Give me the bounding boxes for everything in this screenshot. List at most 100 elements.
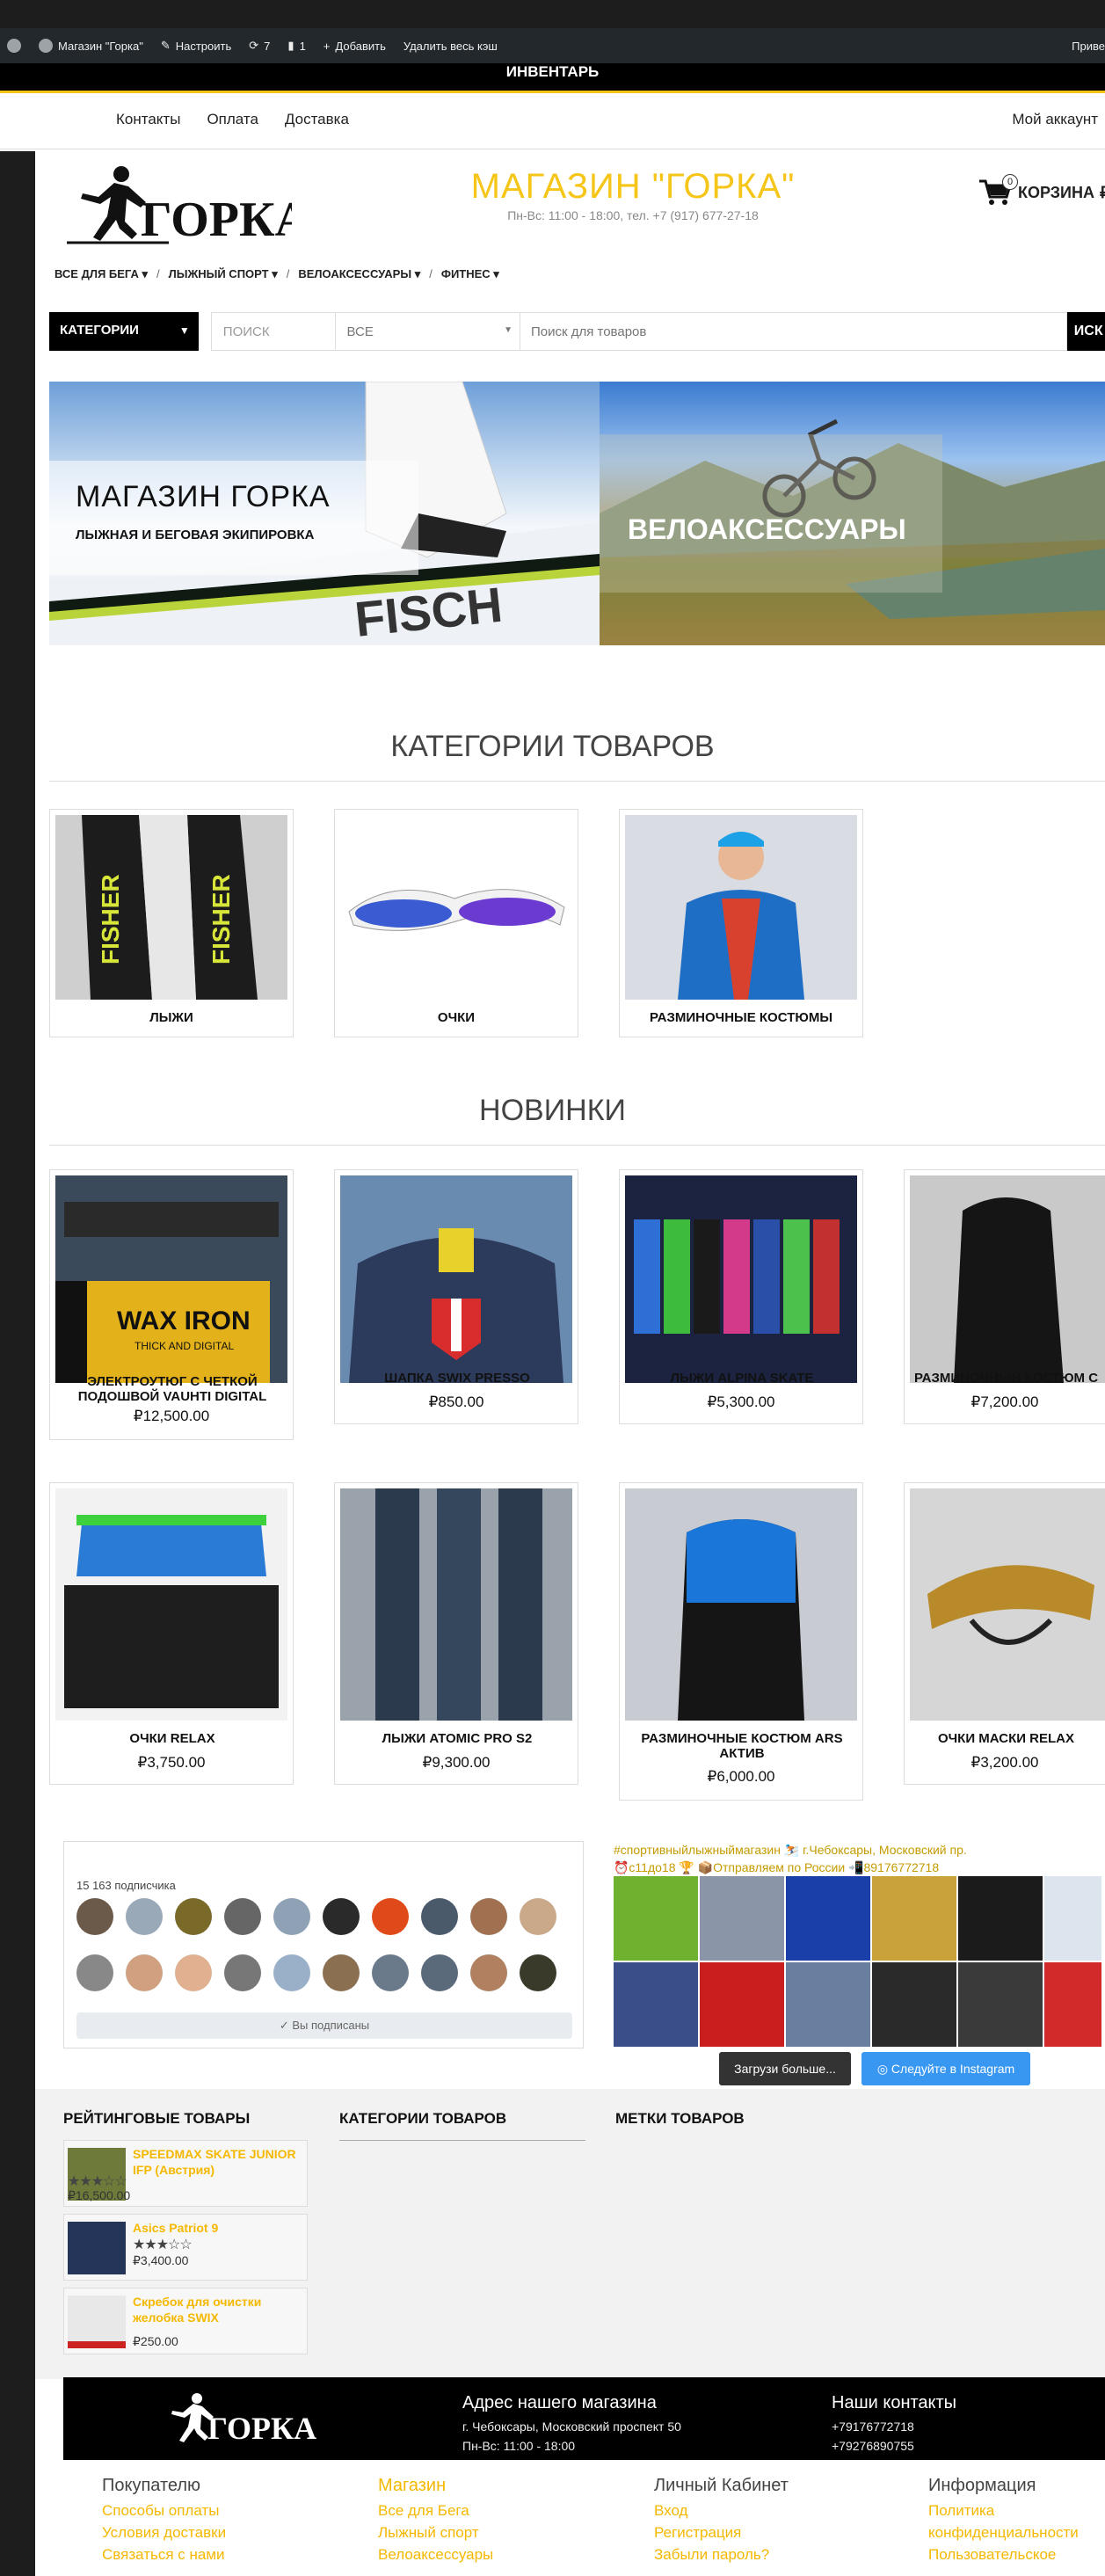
chevron-down-icon: ▾: [493, 267, 499, 280]
admin-add-link[interactable]: + Добавить: [324, 40, 386, 53]
inventory-strip: ИНВЕНТАРЬ: [0, 63, 1105, 93]
rated-product-item[interactable]: Скребок для очистки желобка SWIX ₽250.00: [63, 2288, 308, 2354]
admin-clear-cache-link[interactable]: Удалить весь кэш: [403, 40, 498, 53]
instagram-photo[interactable]: [872, 1962, 956, 2047]
admin-greeting-link[interactable]: Приве: [1072, 40, 1105, 53]
nav-delivery-link[interactable]: Доставка: [285, 111, 349, 128]
follower-avatar[interactable]: [470, 1898, 507, 1935]
follower-avatar[interactable]: [273, 1898, 310, 1935]
check-icon: ✓: [279, 2019, 293, 2032]
rated-product-item[interactable]: Asics Patriot 9 ★★★☆☆ ₽3,400.00: [63, 2214, 308, 2281]
search-bar: КАТЕГОРИИ▼ ПОИСК ВСЕ▼ ИСК: [49, 311, 1105, 352]
follower-avatar[interactable]: [76, 1954, 113, 1991]
footer-link[interactable]: конфиденциальности: [928, 2521, 1079, 2543]
product-card[interactable]: ШАПКА SWIX PRESSO ₽850.00: [334, 1169, 578, 1424]
my-account-link[interactable]: Мой аккаунт: [1012, 111, 1098, 128]
footer-link[interactable]: Политика: [928, 2500, 1079, 2521]
dashboard-icon: [39, 39, 53, 53]
instagram-photo[interactable]: [958, 1962, 1043, 2047]
catnav-bike[interactable]: ВЕЛОАКСЕССУАРЫ ▾: [298, 267, 420, 281]
footer-link[interactable]: Способы оплаты: [102, 2500, 226, 2521]
site-logo[interactable]: ГОРКА: [63, 158, 311, 255]
footer-link[interactable]: Забыли пароль?: [654, 2543, 789, 2565]
follower-avatar[interactable]: [372, 1954, 409, 1991]
search-scope-select[interactable]: ВСЕ ▼: [335, 312, 520, 351]
follower-avatar[interactable]: [224, 1954, 261, 1991]
admin-site-link[interactable]: Магазин "Горка": [39, 39, 143, 53]
nav-payment-link[interactable]: Оплата: [207, 111, 258, 128]
footer-link[interactable]: Все для Бега: [378, 2500, 493, 2521]
search-button[interactable]: ИСК: [1066, 312, 1105, 351]
product-name: РАЗМИНОЧНЫЕ КОСТЮМ ARS АКТИВ: [641, 1731, 843, 1761]
wordpress-logo-icon[interactable]: [7, 39, 21, 53]
subscribed-button[interactable]: ✓ Вы подписаны: [76, 2012, 572, 2039]
footer-link[interactable]: Вход: [654, 2500, 789, 2521]
catnav-ski[interactable]: ЛЫЖНЫЙ СПОРТ ▾: [169, 267, 278, 281]
product-card[interactable]: WAX IRON THICK AND DIGITAL ЭЛЕКТРОУТЮГ С…: [49, 1169, 294, 1440]
footer-link[interactable]: Велоаксессуары: [378, 2543, 493, 2565]
banner-bike[interactable]: ВЕЛОАКСЕССУАРЫ: [600, 382, 1105, 645]
follower-avatar[interactable]: [76, 1898, 113, 1935]
cart-button[interactable]: 0 КОРЗИНА ₽: [978, 174, 1105, 207]
instagram-photo[interactable]: [700, 1876, 784, 1961]
footer-link[interactable]: Регистрация: [654, 2521, 789, 2543]
product-card[interactable]: ЛЫЖИ ATOMIC PRO S2 ₽9,300.00: [334, 1482, 578, 1785]
category-card-skis[interactable]: FISHER FISHER ЛЫЖИ: [49, 809, 294, 1037]
follower-avatar[interactable]: [470, 1954, 507, 1991]
follower-avatar[interactable]: [520, 1954, 556, 1991]
rated-product-item[interactable]: SPEEDMAX SKATE JUNIOR IFP (Австрия) ★★★☆…: [63, 2140, 308, 2207]
instagram-photo[interactable]: [958, 1876, 1043, 1961]
catnav-running[interactable]: ВСЕ ДЛЯ БЕГА ▾: [55, 267, 148, 281]
phone-1[interactable]: +79176772718: [832, 2420, 914, 2434]
instagram-photo[interactable]: [1044, 1962, 1101, 2047]
product-name: ШАПКА SWIX PRESSO: [384, 1371, 530, 1386]
footer-link[interactable]: Пользовательское: [928, 2543, 1079, 2565]
nav-contacts-link[interactable]: Контакты: [116, 111, 180, 128]
banner-store[interactable]: FISCH МАГАЗИН ГОРКА ЛЫЖНАЯ И БЕГОВАЯ ЭКИ…: [49, 382, 600, 645]
follower-avatar[interactable]: [126, 1954, 163, 1991]
product-card[interactable]: ЛЫЖИ ALPINA SKATE ₽5,300.00: [619, 1169, 863, 1424]
follower-avatar[interactable]: [372, 1898, 409, 1935]
footer-col-info: Информация Политика конфиденциальности П…: [928, 2476, 1079, 2565]
search-input[interactable]: [520, 312, 1067, 351]
footer-link[interactable]: Связаться с нами: [102, 2543, 226, 2565]
follower-avatar[interactable]: [323, 1898, 360, 1935]
admin-customize-link[interactable]: ✎ Настроить: [161, 39, 231, 53]
follower-avatar[interactable]: [323, 1954, 360, 1991]
feed-header: #спортивныйлыжныймагазин ⛷️ г.Чебоксары,…: [614, 1843, 967, 1874]
follower-avatar[interactable]: [273, 1954, 310, 1991]
admin-comments-link[interactable]: ▮ 1: [287, 39, 305, 53]
follower-avatar[interactable]: [224, 1898, 261, 1935]
instagram-photo[interactable]: [700, 1962, 784, 2047]
admin-updates-link[interactable]: ⟳ 7: [249, 39, 270, 53]
category-label: РАЗМИНОЧНЫЕ КОСТЮМЫ: [649, 1010, 832, 1025]
product-card[interactable]: РАЗМИНОЧНЫЙ КОСТЮМ С ₽7,200.00: [904, 1169, 1105, 1424]
chevron-down-icon: ▾: [142, 267, 149, 280]
categories-dropdown[interactable]: КАТЕГОРИИ ▼: [49, 312, 199, 351]
instagram-photo[interactable]: [786, 1876, 870, 1961]
follower-avatar[interactable]: [421, 1898, 458, 1935]
category-card-suits[interactable]: РАЗМИНОЧНЫЕ КОСТЮМЫ: [619, 809, 863, 1037]
follower-avatar[interactable]: [175, 1898, 212, 1935]
follow-instagram-button[interactable]: ◎ Следуйте в Instagram: [861, 2052, 1030, 2085]
product-thumbnail: [68, 2296, 126, 2348]
phone-2[interactable]: +79276890755: [832, 2439, 914, 2453]
instagram-photo[interactable]: [614, 1876, 698, 1961]
chevron-down-icon: ▼: [504, 325, 513, 335]
footer-link[interactable]: Лыжный спорт: [378, 2521, 493, 2543]
instagram-photo[interactable]: [614, 1962, 698, 2047]
product-card[interactable]: ОЧКИ МАСКИ RELAX ₽3,200.00: [904, 1482, 1105, 1785]
category-card-glasses[interactable]: ОЧКИ: [334, 809, 578, 1037]
footer-link[interactable]: Условия доставки: [102, 2521, 226, 2543]
product-card[interactable]: РАЗМИНОЧНЫЕ КОСТЮМ ARS АКТИВ ₽6,000.00: [619, 1482, 863, 1801]
follower-avatar[interactable]: [126, 1898, 163, 1935]
instagram-photo[interactable]: [1044, 1876, 1101, 1961]
instagram-photo[interactable]: [786, 1962, 870, 2047]
follower-avatar[interactable]: [421, 1954, 458, 1991]
follower-avatar[interactable]: [175, 1954, 212, 1991]
load-more-button[interactable]: Загрузи больше...: [719, 2052, 851, 2085]
product-card[interactable]: ОЧКИ RELAX ₽3,750.00: [49, 1482, 294, 1785]
instagram-photo[interactable]: [872, 1876, 956, 1961]
follower-avatar[interactable]: [520, 1898, 556, 1935]
catnav-fitness[interactable]: ФИТНЕС ▾: [441, 267, 499, 281]
